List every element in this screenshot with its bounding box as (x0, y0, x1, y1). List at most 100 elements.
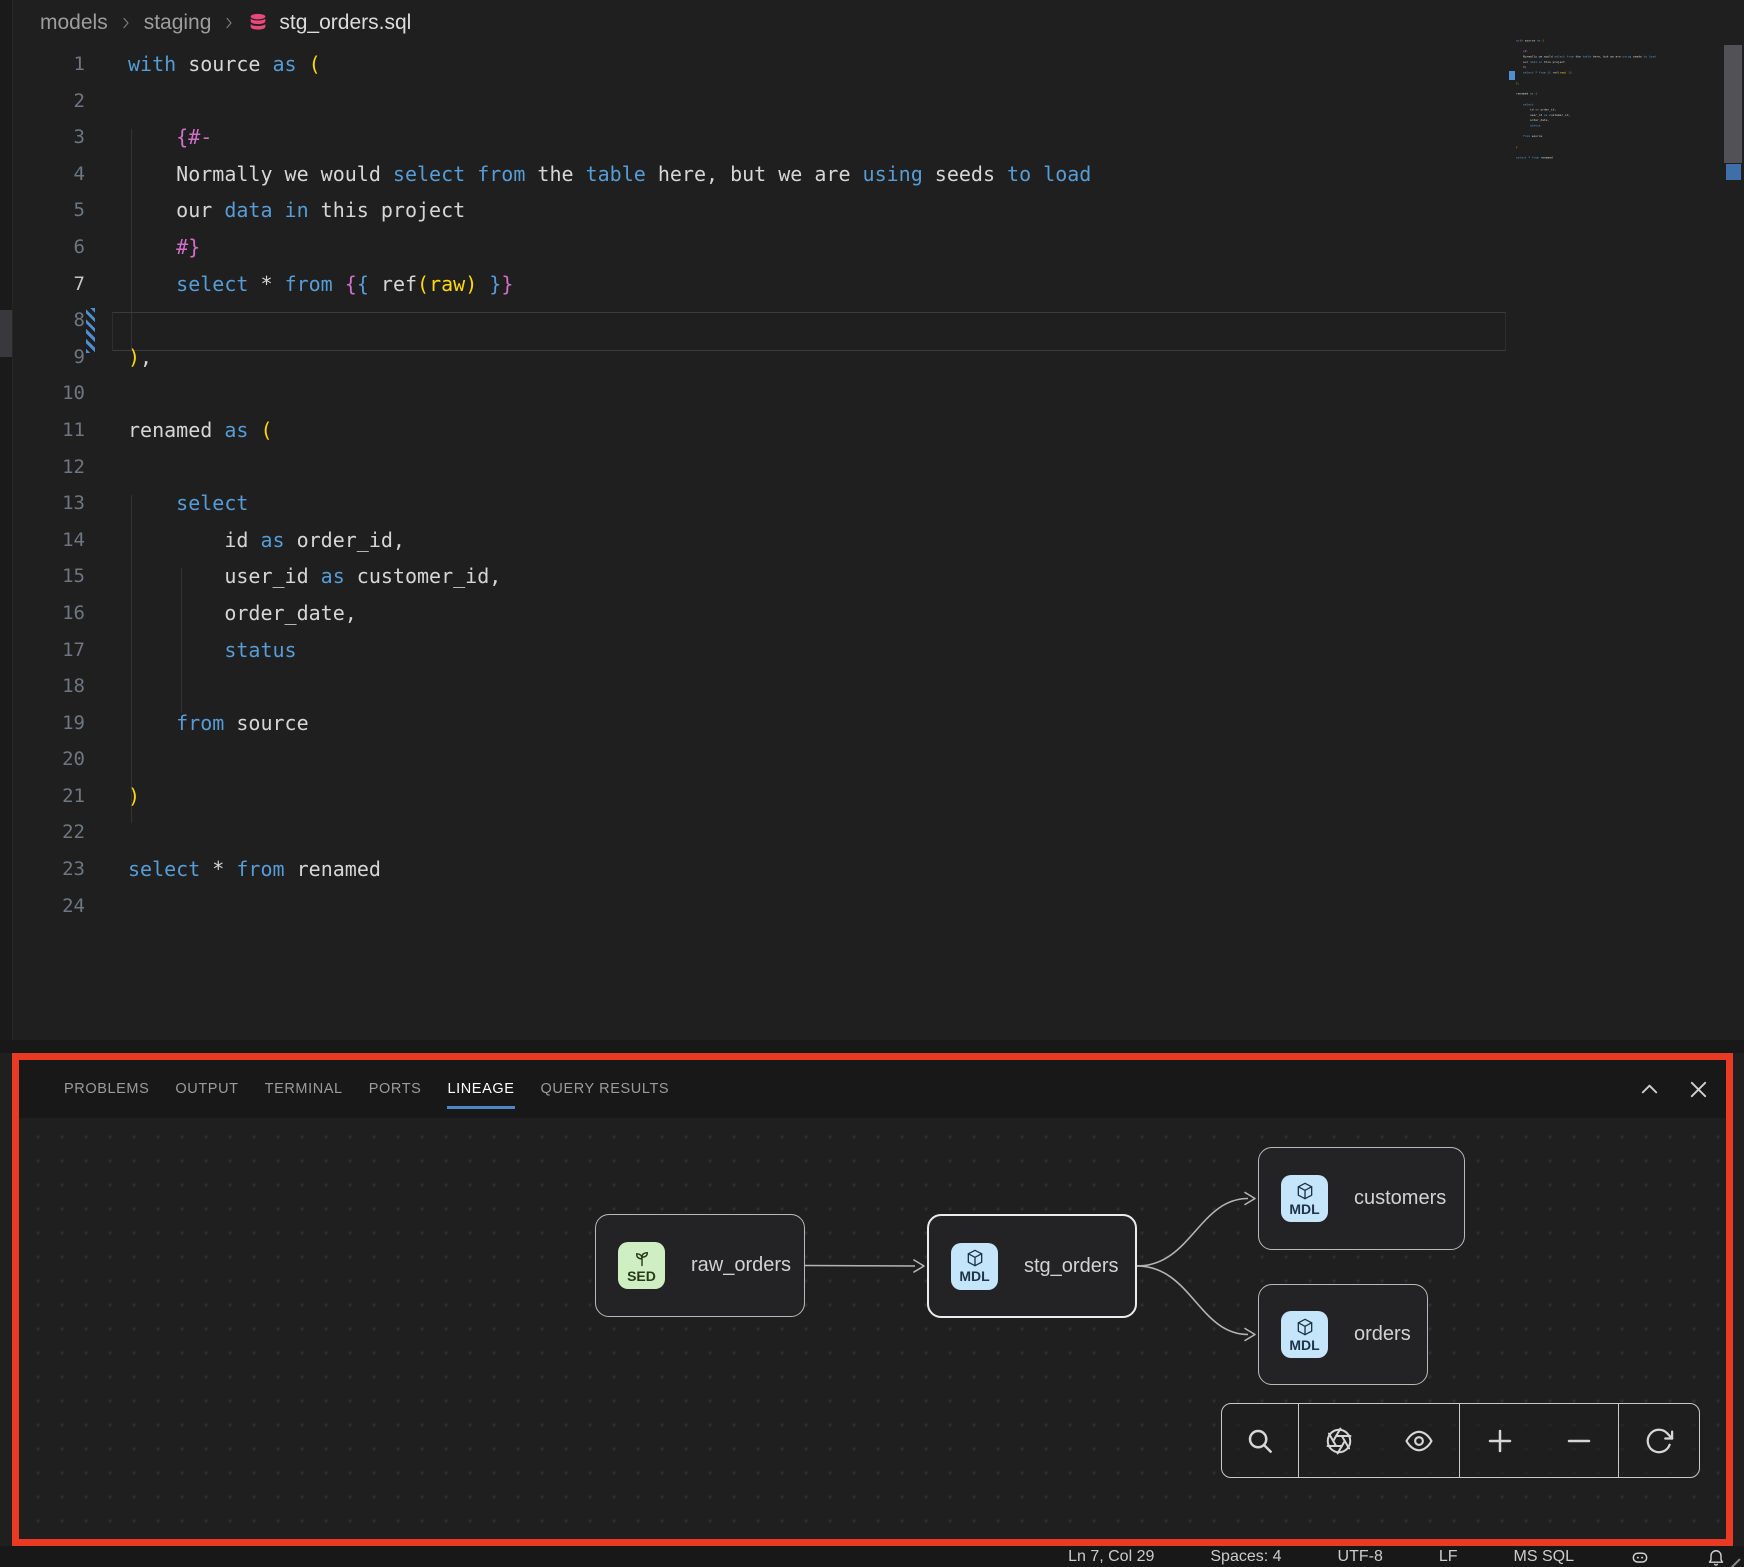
bell-icon[interactable] (1706, 1547, 1726, 1567)
lineage-node-stg_orders[interactable]: MDL stg_orders (927, 1214, 1137, 1318)
eye-icon (1404, 1426, 1434, 1456)
plus-icon (1485, 1426, 1515, 1456)
code-token: with (1516, 39, 1525, 42)
chevron-up-icon (1638, 1078, 1661, 1101)
code-line[interactable]: 5 our data in this project (0, 192, 1510, 229)
code-token (128, 235, 176, 259)
code-token: from (1539, 71, 1548, 74)
code-token: our (128, 198, 224, 222)
code-token: this project (1544, 60, 1565, 63)
bottom-panel annotation-rectangle: PROBLEMS OUTPUT TERMINAL PORTS LINEAGE QUERY … (12, 1053, 1733, 1546)
database-icon (247, 12, 269, 34)
aperture-button[interactable] (1324, 1426, 1354, 1456)
panel-tab-terminal[interactable]: TERMINAL (265, 1060, 343, 1118)
panel-actions (1638, 1060, 1710, 1118)
code-editor[interactable]: models staging stg_orders.sql 1with source… (0, 0, 1744, 1046)
minimap[interactable]: with source as ( {#- Normally we would s… (1516, 38, 1712, 188)
code-line[interactable]: 7 select * from {{ ref(raw) }} (0, 266, 1510, 303)
code-line[interactable]: 11renamed as ( (0, 412, 1510, 449)
code-token: here, but we are (658, 162, 863, 186)
node-badge: MDL (951, 1243, 998, 1290)
status-item-utf-8[interactable]: UTF-8 (1338, 1548, 1383, 1566)
status-item-lf[interactable]: LF (1439, 1548, 1458, 1566)
panel-tab-ports[interactable]: PORTS (369, 1060, 422, 1118)
code-token: select (1516, 156, 1528, 159)
code-lines[interactable]: 1with source as (23 {#-4 Normally we wou… (0, 46, 1510, 924)
editor-scrollbar[interactable] (1722, 0, 1744, 1046)
panel-tab-problems[interactable]: PROBLEMS (64, 1060, 149, 1118)
vscode-window: { "breadcrumb": { "path": ["models", "st… (0, 0, 1744, 1567)
code-token: {#- (1523, 49, 1528, 52)
code-line[interactable]: 23select * from renamed (0, 851, 1510, 888)
code-line[interactable]: 16 order_date, (0, 595, 1510, 632)
toolbar-group (1618, 1404, 1699, 1477)
code-token (128, 491, 176, 515)
breadcrumb-file-name[interactable]: stg_orders.sql (279, 11, 411, 35)
close-panel-button[interactable] (1687, 1078, 1710, 1101)
line-number: 16 (0, 595, 85, 632)
minus-button[interactable] (1564, 1426, 1594, 1456)
chevron-right-icon (221, 15, 237, 31)
lineage-node-orders[interactable]: MDLorders (1258, 1284, 1428, 1385)
code-line[interactable]: 24 (0, 888, 1510, 925)
panel-tab-lineage[interactable]: LINEAGE (447, 1060, 514, 1118)
chevron-right-icon (118, 15, 134, 31)
seedling-icon (632, 1248, 652, 1269)
code-token: renamed (128, 418, 224, 442)
lineage-canvas[interactable]: SEDraw_ordersMDLstg_ordersMDLcustomersMD… (19, 1118, 1726, 1539)
status-item-ln-7-col-29[interactable]: Ln 7, Col 29 (1068, 1548, 1154, 1566)
lineage-node-customers[interactable]: MDLcustomers (1258, 1147, 1465, 1250)
code-token: select (1523, 71, 1535, 74)
code-line[interactable]: 9), (0, 339, 1510, 376)
code-line[interactable]: 13 select (0, 485, 1510, 522)
code-token: customer_id, (357, 564, 502, 588)
panel-tab-query-results[interactable]: QUERY RESULTS (541, 1060, 670, 1118)
search-button[interactable] (1245, 1426, 1275, 1456)
eye-button[interactable] (1404, 1426, 1434, 1456)
code-line[interactable]: 4 Normally we would select from the tabl… (0, 156, 1510, 193)
code-line[interactable]: 14 id as order_id, (0, 522, 1510, 559)
line-number: 24 (0, 888, 85, 925)
code-token: select from (1554, 55, 1575, 58)
code-line[interactable]: 21) (0, 778, 1510, 815)
code-token: order_date, (128, 601, 357, 625)
lineage-node-raw_orders[interactable]: SEDraw_orders (595, 1214, 805, 1317)
code-token: from (176, 711, 236, 735)
node-badge: MDL (1281, 1175, 1328, 1222)
code-line[interactable]: 12 (0, 449, 1510, 486)
panel-tab-output[interactable]: OUTPUT (175, 1060, 238, 1118)
plus-button[interactable] (1485, 1426, 1515, 1456)
refresh-button[interactable] (1644, 1426, 1674, 1456)
code-line[interactable]: 15 user_id as customer_id, (0, 558, 1510, 595)
node-label: stg_orders (1024, 1255, 1119, 1278)
minus-icon (1564, 1426, 1594, 1456)
code-line[interactable]: 6 #} (0, 229, 1510, 266)
toolbar-group (1222, 1404, 1298, 1477)
code-token: } (477, 272, 501, 296)
code-token: #} (176, 235, 200, 259)
code-token: ) (128, 784, 140, 808)
status-item-spaces-4[interactable]: Spaces: 4 (1210, 1548, 1281, 1566)
scrollbar-thumb[interactable] (1724, 45, 1742, 163)
code-line[interactable]: 18 (0, 668, 1510, 705)
code-line[interactable]: 22 (0, 814, 1510, 851)
code-token: seeds (1633, 55, 1643, 58)
code-line[interactable]: 8 (0, 302, 1510, 339)
status-item-ms-sql[interactable]: MS SQL (1514, 1548, 1574, 1566)
code-token: source (236, 711, 308, 735)
robot-icon[interactable] (1630, 1547, 1650, 1567)
node-badge-label: MDL (1289, 1338, 1319, 1353)
code-token: select from (393, 162, 538, 186)
breadcrumb-item-models[interactable]: models (40, 11, 108, 35)
line-number: 20 (0, 741, 85, 778)
code-token: { (345, 272, 357, 296)
code-line[interactable]: 17 status (0, 632, 1510, 669)
maximize-panel-button[interactable] (1638, 1078, 1661, 1101)
code-line[interactable]: 19 from source (0, 705, 1510, 742)
code-line[interactable]: 1with source as ( (0, 46, 1510, 83)
code-line[interactable]: 20 (0, 741, 1510, 778)
breadcrumb-item-staging[interactable]: staging (144, 11, 212, 35)
code-line[interactable]: 3 {#- (0, 119, 1510, 156)
code-line[interactable]: 10 (0, 375, 1510, 412)
code-line[interactable]: 2 (0, 83, 1510, 120)
